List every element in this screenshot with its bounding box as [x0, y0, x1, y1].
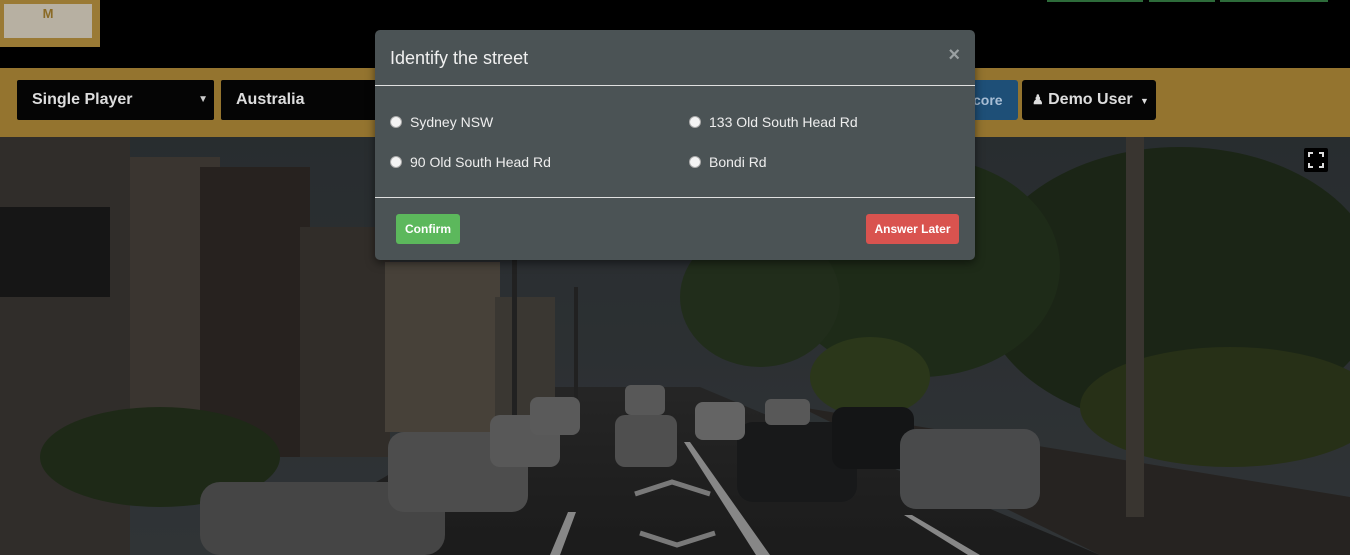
- modal-title: Identify the street: [390, 48, 529, 68]
- fullscreen-icon: [1308, 152, 1324, 168]
- radio-button[interactable]: [689, 156, 701, 168]
- user-menu-button[interactable]: ♟ Demo User ▼: [1022, 80, 1156, 120]
- answer-later-button[interactable]: Answer Later: [866, 214, 959, 244]
- person-icon: ♟: [1032, 92, 1044, 107]
- logo-letter: M: [42, 6, 54, 21]
- radio-button[interactable]: [390, 116, 402, 128]
- confirm-button[interactable]: Confirm: [396, 214, 460, 244]
- user-name: Demo User: [1048, 91, 1133, 108]
- option-label: Sydney NSW: [410, 114, 494, 130]
- option-label: 133 Old South Head Rd: [709, 114, 858, 130]
- logo[interactable]: M: [0, 0, 100, 47]
- radio-button[interactable]: [689, 116, 701, 128]
- caret-down-icon: ▼: [1140, 96, 1149, 106]
- region-select-value: Australia: [236, 91, 305, 108]
- top-button-2[interactable]: [1149, 0, 1215, 2]
- fullscreen-button[interactable]: [1304, 148, 1328, 172]
- modal-header: Identify the street ×: [375, 30, 975, 86]
- modal-body: Sydney NSW 133 Old South Head Rd 90 Old …: [375, 86, 975, 198]
- option-label: Bondi Rd: [709, 154, 767, 170]
- logo-inner: M: [4, 4, 92, 40]
- identify-street-modal: Identify the street × Sydney NSW 133 Old…: [375, 30, 975, 260]
- region-select[interactable]: Australia: [221, 80, 381, 120]
- mode-select[interactable]: Single Player ▼: [17, 80, 214, 120]
- option-label: 90 Old South Head Rd: [410, 154, 551, 170]
- close-icon[interactable]: ×: [948, 44, 960, 67]
- top-button-3[interactable]: [1220, 0, 1328, 2]
- score-button-label: core: [973, 92, 1003, 108]
- caret-down-icon: ▼: [198, 94, 208, 105]
- top-button-1[interactable]: [1047, 0, 1143, 2]
- mode-select-value: Single Player: [32, 91, 133, 108]
- radio-button[interactable]: [390, 156, 402, 168]
